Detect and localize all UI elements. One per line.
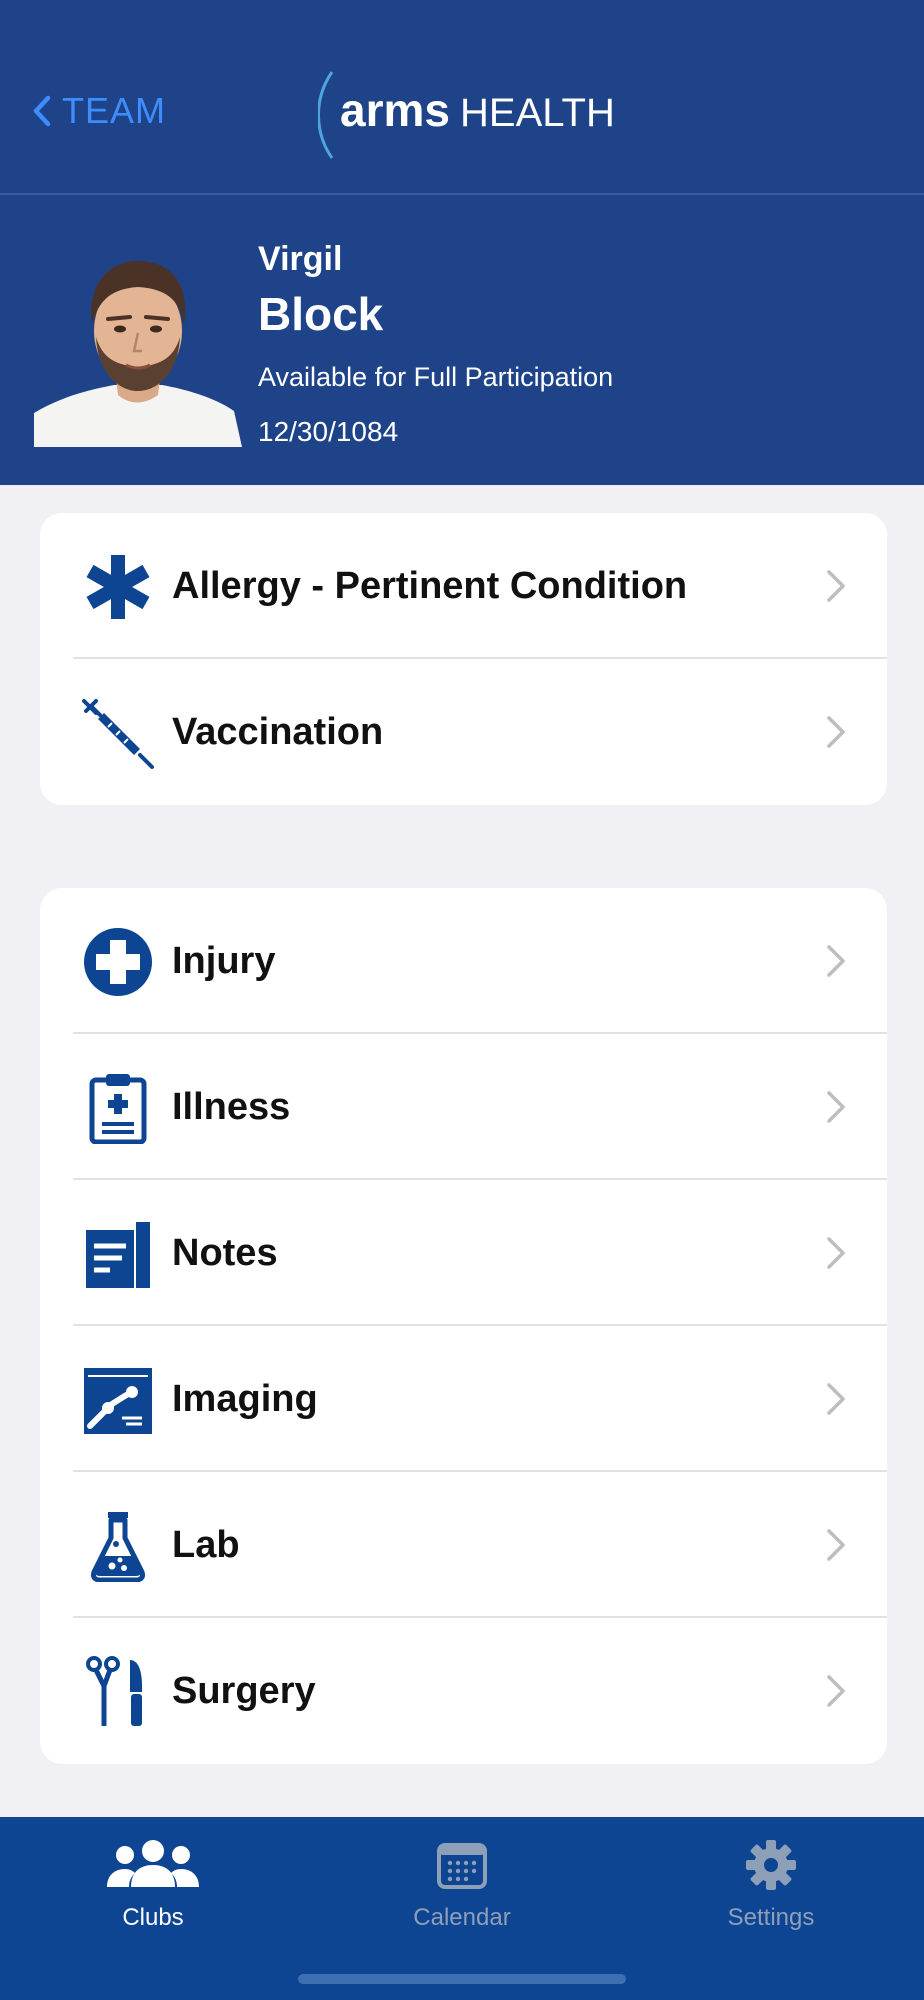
tab-label: Settings: [727, 1904, 815, 1931]
tab-calendar[interactable]: Calendar: [362, 1839, 562, 1959]
asterisk-icon: [86, 555, 150, 619]
tab-settings[interactable]: Settings: [671, 1839, 871, 1959]
conditions-card: Allergy - Pertinent Condition Vaccinatio…: [40, 513, 887, 805]
chevron-right-icon: [827, 1529, 845, 1561]
surgery-row[interactable]: Surgery: [40, 1618, 887, 1764]
chevron-right-icon: [827, 570, 845, 602]
records-card: Injury Illness Notes Imaging Lab Surgery: [40, 888, 887, 1764]
player-last-name: Block: [258, 288, 384, 340]
illness-row[interactable]: Illness: [40, 1034, 887, 1180]
row-label: Injury: [172, 940, 276, 982]
calendar-icon: [437, 1843, 487, 1889]
chevron-right-icon: [827, 1237, 845, 1269]
plus-circle-icon: [84, 928, 152, 996]
back-button[interactable]: TEAM: [32, 88, 166, 134]
row-label: Allergy - Pertinent Condition: [172, 565, 688, 607]
svg-text:arms: arms: [340, 84, 450, 136]
chevron-right-icon: [827, 1091, 845, 1123]
row-label: Vaccination: [172, 711, 384, 753]
injury-row[interactable]: Injury: [40, 888, 887, 1034]
notes-icon: [86, 1222, 150, 1288]
lab-row[interactable]: Lab: [40, 1472, 887, 1618]
tab-clubs[interactable]: Clubs: [53, 1839, 253, 1959]
svg-text:HEALTH: HEALTH: [460, 91, 615, 135]
back-label: TEAM: [62, 90, 167, 131]
row-label: Notes: [172, 1232, 278, 1274]
chevron-right-icon: [827, 1675, 845, 1707]
profile-header: TEAM arms HEALTH Virgil Block Available …: [0, 0, 924, 485]
surgical-tools-icon: [86, 1656, 142, 1726]
row-label: Imaging: [172, 1378, 318, 1420]
chevron-right-icon: [827, 945, 845, 977]
tab-label: Calendar: [413, 1904, 511, 1931]
tab-label: Clubs: [122, 1904, 184, 1931]
home-indicator: [298, 1974, 626, 1984]
flask-icon: [91, 1512, 145, 1582]
row-label: Surgery: [172, 1670, 316, 1712]
participation-status: Available for Full Participation: [258, 362, 614, 392]
header-divider: [0, 193, 924, 195]
player-first-name: Virgil: [258, 240, 343, 278]
xray-icon: [84, 1368, 152, 1434]
clipboard-icon: [89, 1074, 147, 1144]
people-icon: [107, 1840, 199, 1887]
gear-icon: [746, 1840, 796, 1890]
row-label: Lab: [172, 1524, 240, 1566]
imaging-row[interactable]: Imaging: [40, 1326, 887, 1472]
tab-bar: Clubs Calendar Settings: [0, 1817, 924, 2000]
notes-row[interactable]: Notes: [40, 1180, 887, 1326]
syringe-icon: [82, 699, 154, 769]
row-label: Illness: [172, 1086, 291, 1128]
chevron-right-icon: [827, 1383, 845, 1415]
player-photo: [34, 245, 242, 447]
player-date: 12/30/1084: [258, 416, 399, 447]
allergy-row[interactable]: Allergy - Pertinent Condition: [40, 513, 887, 659]
arms-health-logo: arms HEALTH: [317, 70, 618, 160]
vaccination-row[interactable]: Vaccination: [40, 659, 887, 805]
chevron-right-icon: [827, 716, 845, 748]
chevron-left-icon: [33, 95, 51, 127]
